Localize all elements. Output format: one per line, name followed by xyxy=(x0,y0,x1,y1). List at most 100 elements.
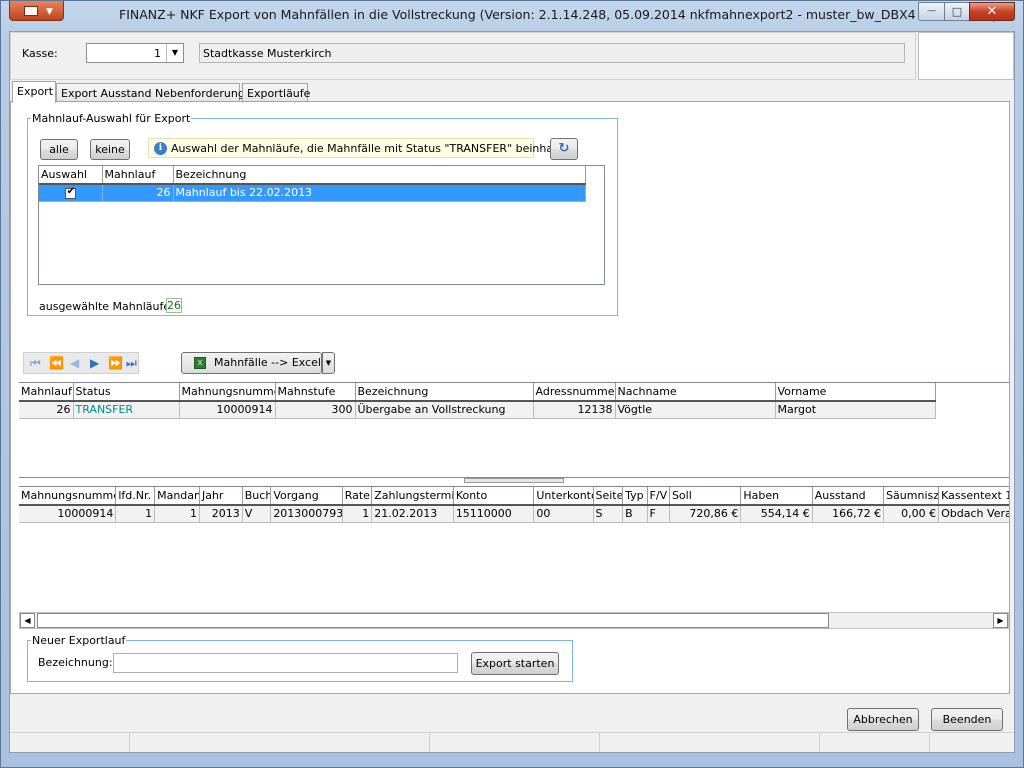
column-header[interactable]: Jahr xyxy=(199,487,243,506)
prev-record-icon[interactable]: ◀ xyxy=(70,356,79,370)
horizontal-scrollbar[interactable]: ◀ ▶ xyxy=(19,612,1009,629)
app-menu-button[interactable]: ▼ xyxy=(9,1,64,21)
kassentext-cell: Obdach Veranl. 2 xyxy=(938,505,1009,523)
column-header[interactable]: Auswahl xyxy=(39,166,103,185)
maximize-button[interactable]: □ xyxy=(944,2,970,21)
fv-cell: F xyxy=(647,505,670,523)
column-header[interactable]: Vorname xyxy=(775,383,936,402)
scroll-right-icon[interactable]: ▶ xyxy=(993,613,1008,628)
cases-grid[interactable]: Mahnlauf Status Mahnungsnummer Mahnstufe… xyxy=(19,382,1009,478)
export-excel-button[interactable]: X Mahnfälle --> Excel xyxy=(181,352,322,374)
column-header[interactable]: Bezeichnung xyxy=(355,383,534,402)
minimize-button[interactable]: — xyxy=(918,2,945,21)
tab-export-nebenforderungen[interactable]: Export Ausstand Nebenforderungen xyxy=(56,83,259,102)
saeumnis-cell: 0,00 € xyxy=(883,505,940,523)
vorgang-cell: 2013000793 xyxy=(270,505,343,523)
unterkonto-cell: 00 xyxy=(533,505,594,523)
mahnungsnummer-cell: 10000914 xyxy=(19,505,117,523)
bezeichnung-input[interactable] xyxy=(113,653,458,673)
status-bar xyxy=(10,732,1014,752)
mahnlauf-cell: 26 xyxy=(19,401,74,419)
column-header[interactable]: Typ xyxy=(622,487,648,506)
column-header[interactable]: Soll xyxy=(669,487,742,506)
nachname-cell: Vögtle xyxy=(615,401,776,419)
grid-splitter[interactable] xyxy=(464,478,564,483)
select-none-button[interactable]: keine xyxy=(90,139,130,160)
document-icon xyxy=(24,6,38,16)
group-legend: Neuer Exportlauf xyxy=(32,634,126,647)
column-header[interactable]: Ausstand xyxy=(812,487,885,506)
kasse-panel: Kasse: 1 ▼ Stadtkasse Musterkirch xyxy=(10,32,916,80)
excel-icon: X xyxy=(194,357,206,369)
column-header[interactable]: Mahnstufe xyxy=(275,383,356,402)
status-pane xyxy=(600,733,820,752)
info-hint: i Auswahl der Mahnläufe, die Mahnfälle m… xyxy=(148,138,578,158)
column-header[interactable]: Konto xyxy=(453,487,535,506)
kasse-combobox[interactable]: 1 ▼ xyxy=(86,43,184,63)
column-header[interactable]: Haben xyxy=(740,487,813,506)
column-header[interactable]: Mahnlauf xyxy=(19,383,74,402)
status-cell: TRANSFER xyxy=(73,401,180,419)
next-page-icon[interactable]: ⏩ xyxy=(108,356,123,370)
cancel-button[interactable]: Abbrechen xyxy=(847,708,919,731)
mahnlauf-selection-group: Mahnlauf-Auswahl für Export alle keine i… xyxy=(27,112,618,316)
scroll-left-icon[interactable]: ◀ xyxy=(20,613,35,628)
vorname-cell: Margot xyxy=(775,401,936,419)
seite-cell: S xyxy=(593,505,624,523)
detail-grid[interactable]: Mahnungsnummer lfd.Nr. Mandant Jahr Buch… xyxy=(19,486,1009,612)
bezeichnung-label: Bezeichnung: xyxy=(38,656,113,669)
column-header[interactable]: Mahnungsnummer xyxy=(179,383,276,402)
dropdown-arrow-icon[interactable]: ▼ xyxy=(166,44,183,62)
column-header[interactable]: Status xyxy=(73,383,180,402)
column-header[interactable]: Zahlungstermin xyxy=(371,487,454,506)
close-window-button[interactable]: ✕ xyxy=(969,2,1015,21)
column-header[interactable]: Seite xyxy=(593,487,624,506)
title-bar[interactable]: ▼ FINANZ+ NKF Export von Mahnfällen in d… xyxy=(1,1,1023,31)
selected-runs-label: ausgewählte Mahnläufe: xyxy=(39,300,174,313)
select-all-button[interactable]: alle xyxy=(40,139,78,160)
exit-button[interactable]: Beenden xyxy=(931,708,1003,731)
mahnlauf-grid[interactable]: Auswahl Mahnlauf Bezeichnung 26 Mahnlauf… xyxy=(38,165,605,285)
table-row[interactable]: 26 Mahnlauf bis 22.02.2013 xyxy=(39,184,586,202)
column-header[interactable]: Rate xyxy=(342,487,373,506)
column-header[interactable]: Unterkonto xyxy=(533,487,594,506)
column-header[interactable]: Mahnungsnummer xyxy=(19,487,117,506)
column-header[interactable]: F/V xyxy=(647,487,670,506)
tab-export[interactable]: Export xyxy=(12,81,56,103)
first-record-icon[interactable]: ⏮ xyxy=(30,356,41,371)
column-header[interactable]: Säumnisz. xyxy=(883,487,940,506)
konto-cell: 15110000 xyxy=(453,505,535,523)
next-record-icon[interactable]: ▶ xyxy=(90,356,99,370)
adressnummer-cell: 12138 xyxy=(533,401,616,419)
checkbox[interactable] xyxy=(64,186,76,199)
table-row[interactable]: 10000914 1 1 2013 V 2013000793 1 21.02.2… xyxy=(19,505,1009,523)
column-header[interactable]: Adressnummer xyxy=(533,383,616,402)
export-start-button[interactable]: Export starten xyxy=(471,652,559,675)
column-header[interactable]: lfd.Nr. xyxy=(115,487,156,506)
column-header[interactable]: Buch xyxy=(242,487,272,506)
mandant-cell: 1 xyxy=(154,505,200,523)
kasse-label: Kasse: xyxy=(22,47,58,60)
excel-dropdown-button[interactable]: ▼ xyxy=(322,352,335,374)
column-header[interactable]: Mandant xyxy=(154,487,200,506)
scrollbar-thumb[interactable] xyxy=(37,613,829,628)
column-header[interactable]: Nachname xyxy=(615,383,776,402)
column-header[interactable]: Kassentext 1 xyxy=(938,487,1009,506)
column-header[interactable]: Bezeichnung xyxy=(173,166,586,185)
typ-cell: B xyxy=(622,505,648,523)
ausstand-cell: 166,72 € xyxy=(812,505,885,523)
chevron-down-icon: ▼ xyxy=(46,7,53,17)
column-header[interactable]: Mahnlauf xyxy=(102,166,174,185)
prev-page-icon[interactable]: ⏪ xyxy=(49,356,64,370)
info-text: Auswahl der Mahnläufe, die Mahnfälle mit… xyxy=(171,142,578,155)
auswahl-cell[interactable] xyxy=(39,184,103,202)
window-title: FINANZ+ NKF Export von Mahnfällen in die… xyxy=(119,7,1012,22)
refresh-button[interactable]: ↻ xyxy=(550,138,578,160)
column-header[interactable]: Vorgang xyxy=(270,487,343,506)
last-record-icon[interactable]: ⏭ xyxy=(126,356,137,371)
client-area: Kasse: 1 ▼ Stadtkasse Musterkirch Export… xyxy=(9,31,1015,753)
lfd-nr-cell: 1 xyxy=(115,505,156,523)
tab-exportlaeufe[interactable]: Exportläufe xyxy=(242,83,310,102)
table-row[interactable]: 26 TRANSFER 10000914 300 Übergabe an Vol… xyxy=(19,401,936,419)
bezeichnung-cell: Mahnlauf bis 22.02.2013 xyxy=(173,184,586,202)
